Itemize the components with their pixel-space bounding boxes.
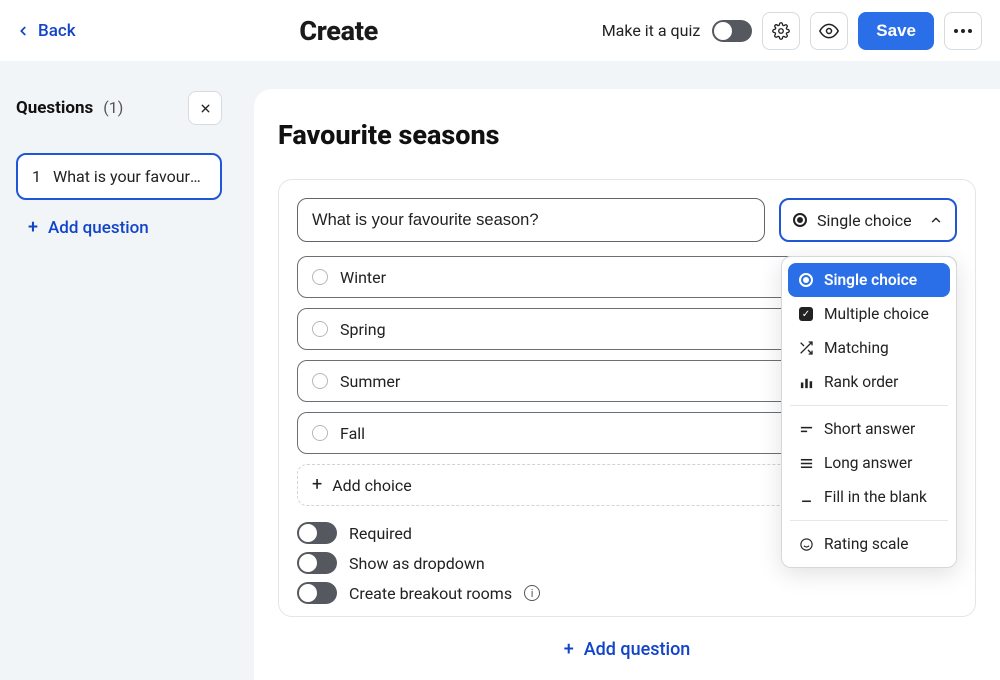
radio-empty-icon xyxy=(312,321,328,337)
type-option-label: Rating scale xyxy=(824,535,908,553)
type-option-label: Short answer xyxy=(824,420,915,438)
close-icon xyxy=(199,102,212,115)
sidebar-add-label: Add question xyxy=(48,218,149,238)
sidebar-header: Questions (1) xyxy=(16,91,222,125)
breakout-label: Create breakout rooms xyxy=(349,584,512,603)
quiz-toggle-label: Make it a quiz xyxy=(602,21,701,40)
radio-icon xyxy=(793,213,807,227)
add-choice-label: Add choice xyxy=(332,476,412,495)
type-option-matching[interactable]: Matching xyxy=(788,331,950,365)
add-question-label: Add question xyxy=(584,639,691,660)
chevron-left-icon xyxy=(16,24,30,38)
type-option-fill-blank[interactable]: Fill in the blank xyxy=(788,480,950,514)
quiz-toggle[interactable] xyxy=(712,20,752,42)
sidebar-title: Questions xyxy=(16,98,93,118)
plus-icon: + xyxy=(564,641,574,659)
required-label: Required xyxy=(349,524,412,543)
radio-icon xyxy=(799,273,813,287)
radio-empty-icon xyxy=(312,269,328,285)
choice-text: Summer xyxy=(340,372,400,391)
dropdown-toggle[interactable] xyxy=(297,552,337,574)
radio-empty-icon xyxy=(312,373,328,389)
checkbox-icon: ✓ xyxy=(799,307,813,321)
back-label: Back xyxy=(38,21,76,41)
header: Back Create Make it a quiz Save xyxy=(0,0,1000,61)
breakout-option: Create breakout rooms i xyxy=(297,582,957,604)
type-option-single-choice[interactable]: Single choice xyxy=(788,263,950,297)
choice-text: Winter xyxy=(340,268,386,287)
shuffle-icon xyxy=(798,340,814,356)
back-button[interactable]: Back xyxy=(16,21,76,41)
plus-icon: + xyxy=(312,476,322,494)
type-option-long-answer[interactable]: Long answer xyxy=(788,446,950,480)
main: Favourite seasons Single choice xyxy=(238,61,1000,665)
type-option-rank-order[interactable]: Rank order xyxy=(788,365,950,399)
header-actions: Make it a quiz Save xyxy=(602,12,982,50)
more-button[interactable] xyxy=(944,12,982,50)
settings-button[interactable] xyxy=(762,12,800,50)
sidebar-close-button[interactable] xyxy=(188,91,222,125)
short-text-icon xyxy=(798,421,814,437)
breakout-toggle[interactable] xyxy=(297,582,337,604)
more-icon xyxy=(954,29,972,33)
type-option-label: Single choice xyxy=(824,271,917,289)
question-editor: Single choice Single choice ✓ xyxy=(278,179,976,617)
type-option-label: Fill in the blank xyxy=(824,488,927,506)
page-title: Create xyxy=(299,15,378,47)
save-button[interactable]: Save xyxy=(858,12,934,50)
menu-separator xyxy=(790,405,948,406)
sidebar: Questions (1) 1 What is your favourite… … xyxy=(0,61,238,665)
type-option-short-answer[interactable]: Short answer xyxy=(788,412,950,446)
question-text-input[interactable] xyxy=(297,198,765,242)
eye-icon xyxy=(819,21,839,41)
sidebar-count: (1) xyxy=(103,98,123,117)
sidebar-question-item[interactable]: 1 What is your favourite… xyxy=(16,153,222,200)
type-option-label: Matching xyxy=(824,339,889,357)
type-option-multiple-choice[interactable]: ✓ Multiple choice xyxy=(788,297,950,331)
question-type-menu: Single choice ✓ Multiple choice Matchin xyxy=(781,256,957,568)
type-option-label: Multiple choice xyxy=(824,305,929,323)
radio-empty-icon xyxy=(312,425,328,441)
menu-separator xyxy=(790,520,948,521)
question-type-label: Single choice xyxy=(817,211,929,230)
editor-card: Favourite seasons Single choice xyxy=(254,89,1000,680)
bar-chart-icon xyxy=(798,374,814,390)
type-option-label: Long answer xyxy=(824,454,912,472)
add-question-button[interactable]: + Add question xyxy=(278,639,976,660)
chevron-up-icon xyxy=(929,213,943,227)
type-option-label: Rank order xyxy=(824,373,898,391)
poll-title: Favourite seasons xyxy=(278,119,976,151)
dropdown-label: Show as dropdown xyxy=(349,554,485,573)
plus-icon: + xyxy=(28,219,38,237)
choice-text: Spring xyxy=(340,320,386,339)
blank-icon xyxy=(798,489,814,505)
question-type-select[interactable]: Single choice Single choice ✓ xyxy=(779,198,957,242)
choice-text: Fall xyxy=(340,424,365,443)
sidebar-add-question[interactable]: + Add question xyxy=(16,218,222,238)
type-option-rating-scale[interactable]: Rating scale xyxy=(788,527,950,561)
smile-icon xyxy=(798,536,814,552)
sidebar-question-num: 1 xyxy=(32,167,41,186)
info-icon[interactable]: i xyxy=(524,585,540,601)
preview-button[interactable] xyxy=(810,12,848,50)
long-text-icon xyxy=(798,455,814,471)
gear-icon xyxy=(772,22,790,40)
sidebar-question-text: What is your favourite… xyxy=(53,167,203,186)
content: Questions (1) 1 What is your favourite… … xyxy=(0,61,1000,665)
required-toggle[interactable] xyxy=(297,522,337,544)
